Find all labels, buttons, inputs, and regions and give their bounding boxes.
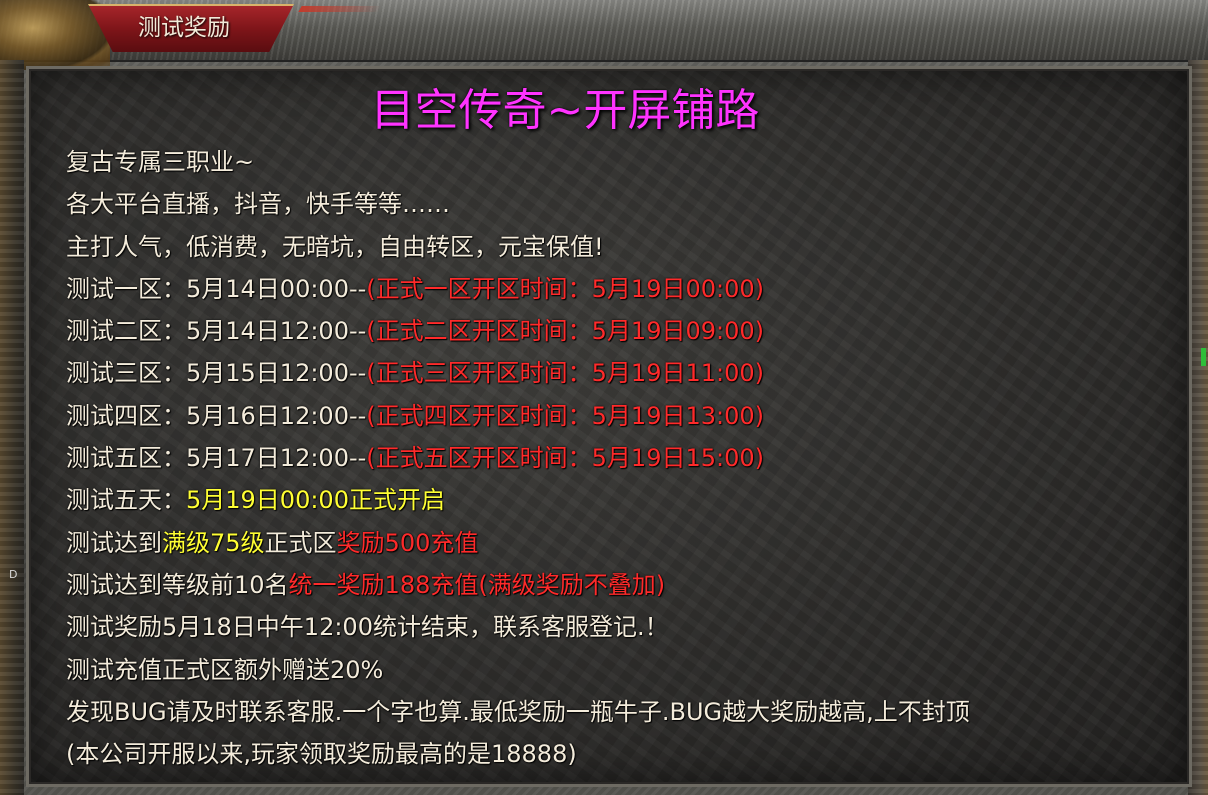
line-text: 测试四区：5月16日12:00-- (66, 401, 367, 430)
announcement-line: 测试达到满级75级正式区奖励500充值 (66, 522, 970, 564)
line-text: 测试达到 (66, 528, 162, 557)
announcement-line: 测试奖励5月18日中午12:00统计结束，联系客服登记.！ (66, 606, 970, 648)
announcement-line: 测试三区：5月15日12:00--(正式三区开区时间：5月19日11:00) (66, 352, 970, 394)
line-text: 主打人气，低消费，无暗坑，自由转区，元宝保值! (66, 232, 604, 261)
line-text: 测试三区：5月15日12:00-- (66, 359, 367, 388)
line-text: 测试五区：5月17日12:00-- (66, 444, 367, 473)
announcement-line: 测试五天：5月19日00:00正式开启 (66, 479, 970, 521)
tab-accent (298, 6, 382, 12)
line-highlight: 5月19日00:00正式开启 (186, 486, 445, 515)
line-highlight: 统一奖励188充值(满级奖励不叠加) (288, 570, 666, 599)
line-highlight: (正式二区开区时间：5月19日09:00) (366, 317, 764, 346)
line-highlight: 奖励500充值 (336, 528, 479, 557)
announcement-line: 主打人气，低消费，无暗坑，自由转区，元宝保值! (66, 226, 970, 268)
tab-title[interactable]: 测试奖励 (104, 10, 264, 46)
line-text: (本公司开服以来,玩家领取奖励最高的是18888) (66, 740, 577, 769)
announcement-line: 复古专属三职业~ (66, 141, 970, 183)
line-text: 发现BUG请及时联系客服.一个字也算.最低奖励一瓶牛子.BUG越大奖励越高,上不… (66, 697, 970, 726)
announcement-line: 测试达到等级前10名统一奖励188充值(满级奖励不叠加) (66, 564, 970, 606)
line-text: 测试达到等级前10名 (66, 570, 289, 599)
line-text: 各大平台直播，抖音，快手等等…… (66, 190, 450, 219)
edge-letter: D (9, 568, 18, 581)
line-text: 复古专属三职业~ (66, 148, 255, 176)
announcement-line: 测试一区：5月14日00:00--(正式一区开区时间：5月19日00:00) (66, 268, 970, 310)
status-indicator (1201, 348, 1206, 366)
announcement-line: 发现BUG请及时联系客服.一个字也算.最低奖励一瓶牛子.BUG越大奖励越高,上不… (66, 691, 970, 733)
line-text: 测试一区：5月14日00:00-- (66, 274, 367, 303)
line-highlight: (正式三区开区时间：5月19日11:00) (366, 359, 764, 388)
page-title: 目空传奇~开屏铺路 (370, 85, 760, 136)
announcement-line: (本公司开服以来,玩家领取奖励最高的是18888) (66, 733, 970, 775)
line-highlight: (正式四区开区时间：5月19日13:00) (366, 401, 764, 430)
announcement-line: 测试二区：5月14日12:00--(正式二区开区时间：5月19日09:00) (66, 310, 970, 352)
left-border (0, 60, 24, 795)
announcement-line: 测试四区：5月16日12:00--(正式四区开区时间：5月19日13:00) (66, 395, 970, 437)
announcement-line: 各大平台直播，抖音，快手等等…… (66, 183, 970, 225)
line-text: 测试二区：5月14日12:00-- (66, 317, 367, 346)
line-text: 测试充值正式区额外赠送20% (66, 655, 384, 684)
line-highlight: (正式五区开区时间：5月19日15:00) (366, 444, 764, 473)
announcement-list: 复古专属三职业~ 各大平台直播，抖音，快手等等…… 主打人气，低消费，无暗坑，自… (66, 141, 970, 775)
line-highlight: (正式一区开区时间：5月19日00:00) (366, 274, 764, 303)
announcement-line: 测试充值正式区额外赠送20% (66, 649, 970, 691)
line-text: 测试五天： (66, 486, 186, 515)
line-highlight: 满级75级 (162, 528, 265, 557)
line-text: 正式区 (264, 528, 337, 557)
announcement-line: 测试五区：5月17日12:00--(正式五区开区时间：5月19日15:00) (66, 437, 970, 479)
line-text: 测试奖励5月18日中午12:00统计结束，联系客服登记.！ (66, 613, 669, 642)
